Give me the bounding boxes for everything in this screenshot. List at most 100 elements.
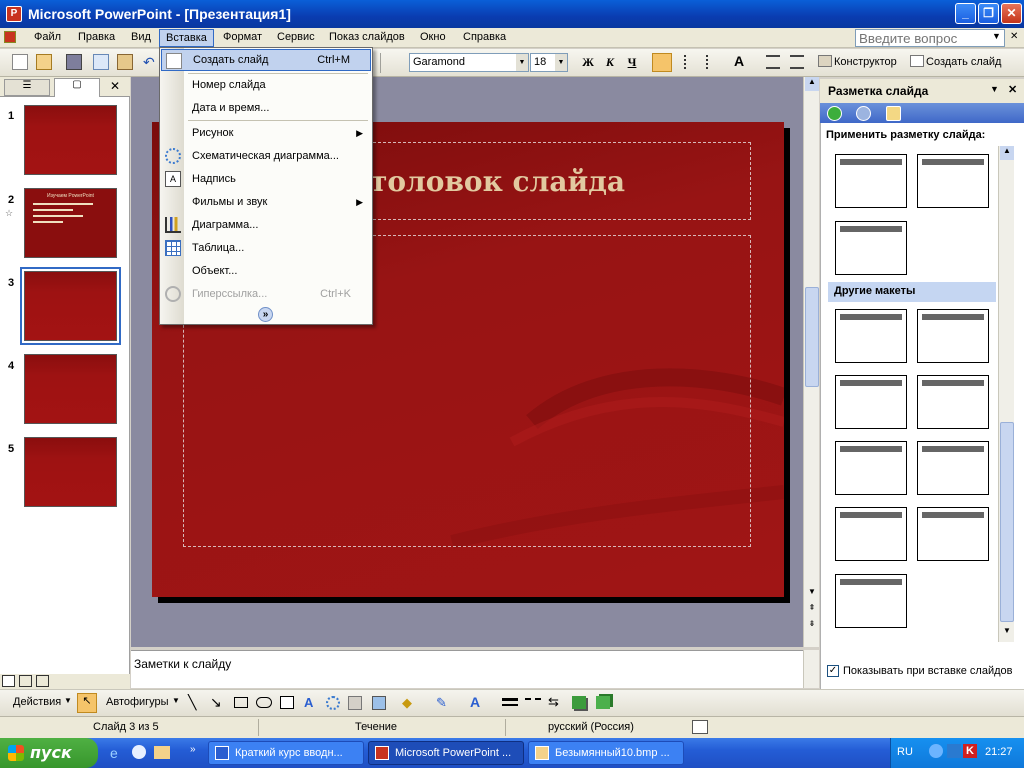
layout-thumbnail[interactable] [835,154,907,208]
next-slide-icon[interactable]: ⇟ [805,619,819,633]
notes-scrollbar[interactable] [803,650,819,688]
italic-button[interactable]: К [600,53,620,72]
previous-slide-icon[interactable]: ⇞ [805,603,819,617]
actions-menu[interactable]: Действия [13,696,61,708]
textbox-icon[interactable] [280,696,294,709]
menu-edit[interactable]: Правка [72,31,121,43]
clipart-icon[interactable] [348,696,362,710]
taskbar-item-word[interactable]: Краткий курс вводн... [208,741,364,765]
help-search-input[interactable] [855,29,1005,47]
network-icon[interactable] [947,744,961,758]
arrow-icon[interactable]: ↘ [210,694,222,711]
show-on-insert-checkbox[interactable]: ✓ [827,665,839,677]
fill-color-icon[interactable]: ◆ [402,695,412,711]
undo-icon[interactable]: ↶ [143,54,159,70]
close-button[interactable]: ✕ [1001,3,1022,24]
underline-button[interactable]: Ч [622,53,642,72]
layout-thumbnail[interactable] [917,441,989,495]
close-icon[interactable]: ✕ [1008,83,1017,96]
chevron-down-icon[interactable]: ▼ [516,54,528,71]
wordart-icon[interactable]: A [304,695,313,710]
layout-thumbnail[interactable] [835,441,907,495]
chevron-down-icon[interactable]: ▼ [555,54,567,71]
language-indicator[interactable]: RU [897,746,913,758]
select-pointer-icon[interactable]: ↖ [77,693,97,713]
autoshapes-menu[interactable]: Автофигуры [106,696,169,708]
decrease-indent-icon[interactable] [766,55,780,69]
bold-button[interactable]: Ж [578,53,598,72]
font-size-select[interactable]: 18 ▼ [530,53,568,72]
font-color-icon[interactable]: A [470,694,480,710]
scroll-down-icon[interactable]: ▼ [805,587,819,601]
home-icon[interactable] [886,106,901,121]
chevron-down-icon[interactable]: ▼ [990,84,999,94]
document-icon[interactable] [4,31,16,43]
dash-style-icon[interactable] [525,698,541,706]
font-select[interactable]: Garamond ▼ [409,53,529,72]
slideshow-icon[interactable] [36,675,49,687]
chevron-down-icon[interactable]: ▼ [992,31,1001,41]
line-icon[interactable]: ╲ [188,694,196,711]
menu-item-table[interactable]: Таблица... [161,237,371,259]
menu-item-movies-sound[interactable]: Фильмы и звук ▶ [161,191,371,213]
slide-thumbnail-3[interactable] [20,267,121,345]
tray-arrow-icon[interactable] [929,744,943,758]
slide-thumbnail-1[interactable] [24,105,117,175]
layout-thumbnail[interactable] [917,507,989,561]
new-document-icon[interactable] [12,54,28,70]
menu-item-picture[interactable]: Рисунок ▶ [161,122,371,144]
paste-icon[interactable] [117,54,133,70]
diagram-icon[interactable] [326,696,340,710]
antivirus-icon[interactable]: K [963,744,977,758]
menu-tools[interactable]: Сервис [271,31,321,43]
layout-thumbnail[interactable] [835,221,907,275]
outline-tab[interactable]: ☰ [4,79,50,96]
menu-file[interactable]: Файл [28,31,67,43]
back-icon[interactable] [827,106,842,121]
scroll-thumb[interactable] [1000,422,1014,622]
normal-view-icon[interactable] [2,675,15,687]
task-pane-scrollbar[interactable]: ▲ ▼ [998,146,1014,642]
layout-thumbnail[interactable] [835,375,907,429]
open-folder-icon[interactable] [36,54,52,70]
line-color-icon[interactable]: ✎ [436,695,447,711]
layout-thumbnail[interactable] [917,309,989,363]
3d-style-icon[interactable] [596,696,610,709]
close-icon[interactable]: ✕ [110,79,120,93]
taskbar-item-powerpoint[interactable]: Microsoft PowerPoint ... [368,741,524,765]
menu-item-slide-number[interactable]: Номер слайда [161,74,371,96]
folder-icon[interactable] [154,746,170,759]
slide-scrollbar[interactable]: ▲ ▼ ⇞ ⇟ [803,77,819,647]
close-doc-icon[interactable]: ✕ [1010,31,1018,42]
menu-window[interactable]: Окно [414,31,452,43]
scroll-up-icon[interactable]: ▲ [1000,146,1014,160]
expand-menu-icon[interactable]: » [258,307,273,322]
forward-icon[interactable] [856,106,871,121]
layout-thumbnail[interactable] [835,574,907,628]
slides-tab[interactable]: ▢ [54,78,100,97]
rectangle-icon[interactable] [234,697,248,708]
minimize-button[interactable]: _ [955,3,976,24]
menu-help[interactable]: Справка [457,31,512,43]
internet-explorer-icon[interactable]: e [110,745,118,761]
increase-font-icon[interactable]: A [734,53,744,69]
spelling-icon[interactable] [692,720,708,734]
menu-format[interactable]: Формат [217,31,268,43]
slide-thumbnail-5[interactable] [24,437,117,507]
menu-item-date-time[interactable]: Дата и время... [161,97,371,119]
layout-thumbnail[interactable] [917,154,989,208]
menu-item-textbox[interactable]: A Надпись [161,168,371,190]
taskbar-item-paint[interactable]: Безымянный10.bmp ... [528,741,684,765]
increase-indent-icon[interactable] [790,55,804,69]
scroll-thumb[interactable] [805,287,819,387]
notes-area[interactable]: Заметки к слайду [131,650,803,688]
shadow-icon[interactable] [572,696,586,709]
designer-button[interactable]: Конструктор [834,56,897,68]
numbered-list-icon[interactable] [684,55,700,69]
line-style-icon[interactable] [502,698,518,706]
slide-title[interactable]: толовок слайда [370,165,625,198]
menu-item-new-slide[interactable]: Создать слайд Ctrl+M [161,49,371,71]
menu-insert[interactable]: Вставка [159,29,214,47]
menu-slideshow[interactable]: Показ слайдов [323,31,411,43]
menu-view[interactable]: Вид [125,31,157,43]
